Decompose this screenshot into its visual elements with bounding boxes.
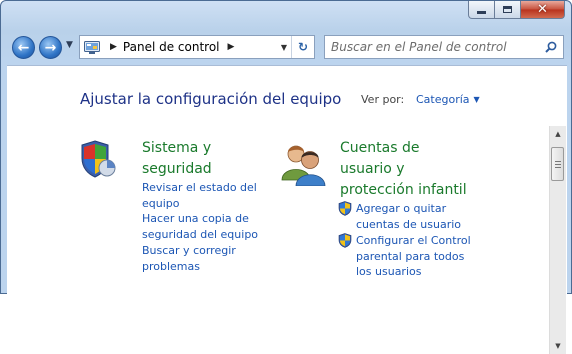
scroll-thumb[interactable]: [551, 147, 564, 181]
thumb-grip: [555, 164, 561, 165]
category-title-line: Sistema y: [142, 140, 212, 156]
search-icon[interactable]: [545, 41, 557, 53]
back-arrow-icon: ←: [17, 39, 30, 56]
uac-shield-icon: [338, 233, 352, 248]
category-title-user-accounts[interactable]: Cuentas de usuario y protección infantil: [340, 138, 467, 201]
vertical-scrollbar[interactable]: ▲ ▼: [549, 126, 566, 354]
close-icon: ✕: [537, 2, 548, 17]
recent-pages-dropdown[interactable]: ▼: [66, 40, 73, 50]
page-title: Ajustar la configuración del equipo: [80, 90, 342, 108]
thumb-grip: [555, 161, 561, 162]
breadcrumb-control-panel[interactable]: Panel de control: [123, 40, 220, 54]
link-line: problemas: [142, 259, 200, 273]
thumb-grip: [555, 167, 561, 168]
breadcrumb-chevron[interactable]: ▶: [228, 42, 235, 52]
search-box[interactable]: [324, 35, 564, 59]
dropdown-arrow-icon: ▼: [473, 95, 480, 104]
category-title-line: protección infantil: [340, 182, 467, 198]
refresh-icon: ↻: [297, 40, 309, 54]
link-line: Buscar y corregir: [142, 244, 236, 257]
link-line: cuentas de usuario: [356, 217, 462, 231]
address-history-dropdown[interactable]: ▼: [276, 36, 292, 58]
system-security-shield-icon[interactable]: [80, 139, 116, 179]
address-bar[interactable]: ▶ Panel de control ▶ ▼ ↻: [79, 35, 315, 59]
view-by-value: Categoría: [416, 93, 470, 106]
link-find-fix-problems[interactable]: Buscar y corregir problemas: [142, 243, 236, 274]
link-line: Agregar o quitar: [356, 202, 447, 215]
minimize-button[interactable]: [468, 1, 495, 19]
link-backup-computer[interactable]: Hacer una copia de seguridad del equipo: [142, 211, 258, 242]
link-line: Revisar el estado del: [142, 181, 257, 194]
view-by-label: Ver por:: [361, 93, 405, 106]
back-button[interactable]: ←: [12, 36, 35, 59]
link-line: los usuarios: [356, 265, 422, 278]
category-title-line: usuario y: [340, 161, 405, 177]
link-line: Hacer una copia de: [142, 212, 249, 225]
breadcrumb-root-chevron[interactable]: ▶: [110, 42, 117, 52]
maximize-button[interactable]: [495, 1, 521, 19]
minimize-icon: [477, 11, 486, 14]
category-title-line: Cuentas de: [340, 140, 420, 156]
content-area: Ajustar la configuración del equipo Ver …: [7, 65, 567, 354]
link-check-computer-status[interactable]: Revisar el estado del equipo: [142, 180, 257, 211]
close-button[interactable]: ✕: [521, 1, 565, 19]
category-title-line: seguridad: [142, 161, 212, 177]
link-add-remove-accounts[interactable]: Agregar o quitar cuentas de usuario: [356, 201, 461, 232]
forward-button[interactable]: →: [39, 36, 62, 59]
link-line: equipo: [142, 196, 180, 210]
user-accounts-icon[interactable]: [279, 142, 329, 186]
control-panel-window: ✕ ← → ▼ ▶ Panel de control ▶ ▼ ↻ Buscar …: [0, 0, 572, 354]
control-panel-icon: [84, 40, 100, 54]
uac-shield-icon: [338, 201, 352, 216]
link-line: seguridad del equipo: [142, 227, 259, 241]
view-by-dropdown[interactable]: Categoría ▼: [416, 93, 480, 106]
category-title-system-security[interactable]: Sistema y seguridad: [142, 138, 212, 180]
refresh-button[interactable]: ↻: [291, 36, 314, 58]
forward-arrow-icon: →: [44, 39, 57, 56]
scroll-down-button[interactable]: ▼: [550, 338, 566, 354]
search-input[interactable]: [331, 40, 541, 54]
scroll-up-button[interactable]: ▲: [550, 126, 566, 142]
window-controls: ✕: [468, 1, 565, 19]
link-line: parental para todos: [356, 249, 465, 263]
maximize-icon: [503, 6, 512, 13]
link-parental-controls[interactable]: Configurar el Control parental para todo…: [356, 233, 471, 280]
link-line: Configurar el Control: [356, 234, 471, 247]
